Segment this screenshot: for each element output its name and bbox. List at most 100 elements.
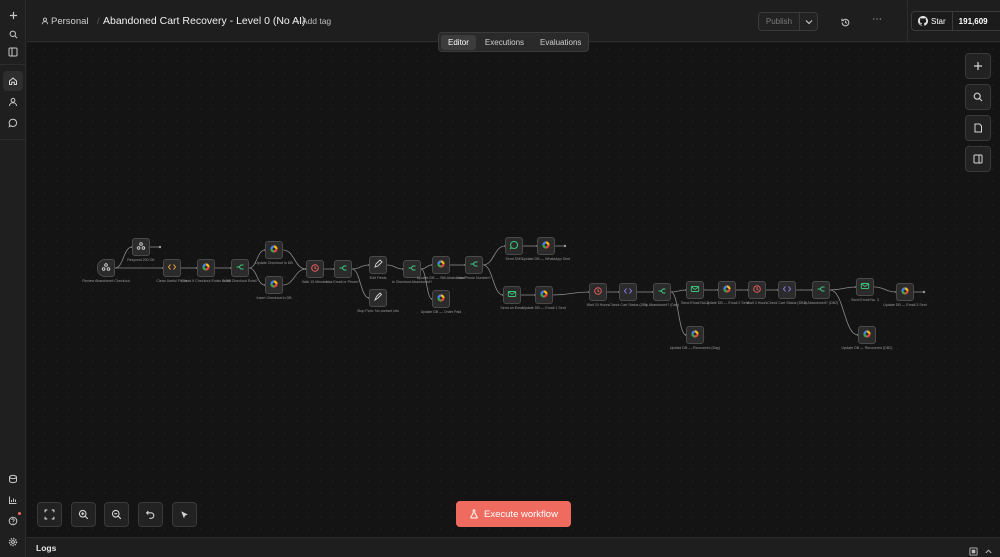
undo-button[interactable] — [138, 502, 163, 527]
fit-view-button[interactable] — [37, 502, 62, 527]
connection-line[interactable] — [873, 286, 897, 293]
add-icon[interactable] — [3, 5, 23, 25]
connection-line[interactable] — [386, 264, 404, 270]
sticky-note-button[interactable] — [965, 115, 991, 141]
workflow-node[interactable] — [686, 281, 704, 299]
more-options-icon[interactable]: ⋯ — [872, 14, 882, 25]
logs-panel-bar[interactable]: Logs — [27, 537, 1000, 557]
edit-icon — [373, 259, 383, 271]
db-icon — [201, 262, 211, 274]
workflow-node[interactable] — [686, 326, 704, 344]
panel-icon — [973, 154, 983, 164]
workflow-canvas[interactable]: Review Abandoned Checkout Respond 200 OK C… — [27, 43, 1000, 537]
wait-icon — [310, 263, 320, 275]
chevron-up-icon[interactable] — [984, 543, 993, 557]
sidebar-toggle-icon[interactable] — [3, 42, 23, 62]
workflow-node[interactable] — [306, 260, 324, 278]
workflow-node[interactable] — [778, 281, 796, 299]
workflow-node[interactable] — [197, 259, 215, 277]
workflow-node[interactable] — [718, 281, 736, 299]
webhook-icon — [101, 262, 111, 274]
if-icon — [469, 259, 479, 271]
db-icon — [541, 240, 551, 252]
settings-gear-icon[interactable] — [3, 532, 23, 552]
connection-line[interactable] — [829, 289, 859, 336]
sms-icon — [509, 240, 519, 252]
pop-out-icon[interactable] — [969, 543, 978, 557]
workflow-node[interactable] — [653, 283, 671, 301]
workflow-node[interactable] — [132, 238, 150, 256]
publish-label: Publish — [765, 17, 793, 26]
connection-line[interactable] — [482, 245, 506, 266]
db-icon — [900, 286, 910, 298]
star-section: Star — [912, 12, 953, 30]
mail-icon — [507, 289, 517, 301]
workflow-node[interactable] — [535, 286, 553, 304]
workflow-node[interactable] — [369, 289, 387, 307]
workflow-node[interactable] — [432, 256, 450, 274]
search-nodes-button[interactable] — [965, 84, 991, 110]
output-handle[interactable] — [922, 290, 926, 294]
workflow-node[interactable] — [369, 256, 387, 274]
tab-executions[interactable]: Executions — [478, 35, 531, 50]
add-tag-button[interactable]: + Add tag — [295, 16, 331, 26]
output-handle[interactable] — [563, 244, 567, 248]
workflow-node[interactable] — [619, 283, 637, 301]
tidy-up-button[interactable] — [172, 502, 197, 527]
wand-icon — [181, 511, 188, 519]
workflow-node[interactable] — [856, 278, 874, 296]
add-node-button[interactable] — [965, 53, 991, 79]
insights-chart-icon[interactable] — [3, 490, 23, 510]
db-icon — [436, 259, 446, 271]
header-divider — [907, 0, 908, 42]
connection-line[interactable] — [670, 289, 687, 293]
history-icon[interactable] — [840, 15, 851, 33]
project-breadcrumb[interactable]: Personal — [41, 16, 89, 27]
breadcrumb-separator: / — [97, 16, 100, 27]
connection-line[interactable] — [351, 264, 370, 270]
workflow-node[interactable] — [748, 281, 766, 299]
node-label: Update DB — Email 3 Sent — [883, 303, 927, 307]
connection-line[interactable] — [670, 291, 687, 336]
search-icon — [973, 92, 983, 102]
mail-icon — [860, 281, 870, 293]
help-icon[interactable] — [3, 511, 23, 531]
workflow-title[interactable]: Abandoned Cart Recovery - Level 0 (No AI… — [103, 15, 306, 27]
workflow-node[interactable] — [896, 283, 914, 301]
workflow-node[interactable] — [589, 283, 607, 301]
add-icon — [974, 62, 982, 70]
connection-line[interactable] — [282, 249, 307, 270]
toggle-panel-button[interactable] — [965, 146, 991, 172]
execute-workflow-button[interactable]: Execute workflow — [456, 501, 571, 527]
connection-line[interactable] — [420, 264, 433, 270]
zoom-out-button[interactable] — [104, 502, 129, 527]
zoom-in-button[interactable] — [71, 502, 96, 527]
workflow-node[interactable] — [537, 237, 555, 255]
workflow-node[interactable] — [163, 259, 181, 277]
workflow-node[interactable] — [432, 290, 450, 308]
publish-options-button[interactable] — [799, 12, 818, 31]
workflow-node[interactable] — [812, 281, 830, 299]
chat-icon[interactable] — [3, 113, 23, 133]
output-handle[interactable] — [158, 245, 162, 249]
home-icon[interactable] — [3, 71, 23, 91]
search-icon[interactable] — [3, 24, 23, 44]
connection-line[interactable] — [829, 286, 857, 291]
user-icon — [41, 17, 49, 25]
workflow-node[interactable] — [265, 276, 283, 294]
connection-line[interactable] — [552, 291, 590, 296]
workflow-node[interactable] — [503, 286, 521, 304]
workflow-node[interactable] — [858, 326, 876, 344]
node-label: Insert Checkout in DB — [256, 296, 292, 300]
workflow-node[interactable] — [265, 241, 283, 259]
github-star-button[interactable]: Star 191,609 — [911, 11, 1000, 31]
zoom-out-icon — [111, 509, 122, 520]
workflow-node[interactable] — [505, 237, 523, 255]
tab-evaluations[interactable]: Evaluations — [533, 35, 588, 50]
tab-editor[interactable]: Editor — [441, 34, 476, 50]
flask-icon — [470, 509, 478, 519]
templates-icon[interactable] — [3, 469, 23, 489]
user-icon[interactable] — [3, 92, 23, 112]
publish-button[interactable]: Publish — [758, 12, 800, 31]
execute-label: Execute workflow — [484, 508, 558, 520]
